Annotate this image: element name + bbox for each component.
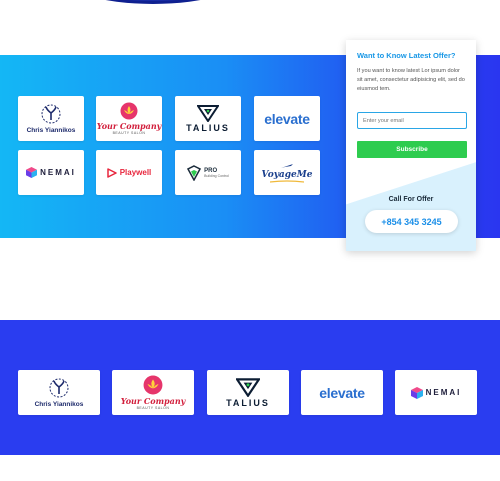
offer-title: Want to Know Latest Offer? [357, 51, 456, 60]
talius-logo-icon [236, 378, 260, 397]
voyageme-label: VoyageMe [261, 169, 313, 180]
band-logo-card-nemai[interactable]: NEMAI [395, 370, 477, 415]
elevate-label: elevate [264, 110, 310, 127]
beauty-salon-label: BEAUTY SALON [136, 406, 170, 410]
offer-description: If you want to know latest Lor ipsum dol… [357, 68, 465, 92]
lotus-icon [143, 375, 163, 395]
pro-shield-icon [187, 164, 202, 181]
logo-card-playwell[interactable]: Playwell [96, 150, 162, 195]
playwell-label: Playwell [119, 168, 152, 177]
play-icon [106, 167, 117, 178]
talius-label: TALIUS [186, 123, 230, 133]
your-company-label: Your Company [96, 121, 162, 131]
elevate-label: elevate [319, 384, 365, 401]
call-for-offer-label: Call For Offer [388, 196, 434, 203]
logo-card-talius[interactable]: TALIUS [175, 96, 241, 141]
logo-card-nemai[interactable]: NEMAI [18, 150, 84, 195]
nemai-cube-icon [26, 167, 38, 178]
band-logo-card-your-company[interactable]: Your Company BEAUTY SALON [112, 370, 194, 415]
phone-number-button[interactable]: +854 345 3245 [365, 210, 458, 233]
band-logo-card-chris-yiannikos[interactable]: Chris Yiannikos [18, 370, 100, 415]
talius-logo-icon [197, 105, 219, 122]
building-control-label: Building Control [204, 173, 229, 178]
logo-card-elevate[interactable]: elevate [254, 96, 320, 141]
talius-label: TALIUS [226, 398, 270, 408]
offer-signup-panel: Want to Know Latest Offer? If you want t… [346, 40, 476, 251]
lotus-icon [120, 102, 138, 120]
chris-yiannikos-logo-icon [41, 104, 61, 124]
band-logo-card-elevate[interactable]: elevate [301, 370, 383, 415]
swoosh-underline-icon [270, 179, 304, 183]
your-company-label: Your Company [120, 396, 186, 406]
chris-yiannikos-logo-icon [49, 378, 69, 398]
subscribe-button[interactable]: Subscribe [357, 141, 467, 158]
nemai-cube-icon [410, 386, 423, 399]
nemai-label: NEMAI [40, 168, 76, 177]
airplane-icon [281, 163, 293, 168]
nemai-label: NEMAI [425, 388, 462, 397]
logo-card-voyageme[interactable]: VoyageMe [254, 150, 320, 195]
logo-card-your-company[interactable]: Your Company BEAUTY SALON [96, 96, 162, 141]
chris-yiannikos-label: Chris Yiannikos [34, 401, 84, 408]
top-decorative-arc [58, 0, 248, 4]
beauty-salon-label: BEAUTY SALON [112, 131, 146, 135]
chris-yiannikos-label: Chris Yiannikos [26, 127, 76, 134]
band-logo-card-talius[interactable]: TALIUS [207, 370, 289, 415]
email-input[interactable] [357, 112, 467, 129]
logo-card-pro[interactable]: PRO Building Control [175, 150, 241, 195]
logo-card-chris-yiannikos[interactable]: Chris Yiannikos [18, 96, 84, 141]
